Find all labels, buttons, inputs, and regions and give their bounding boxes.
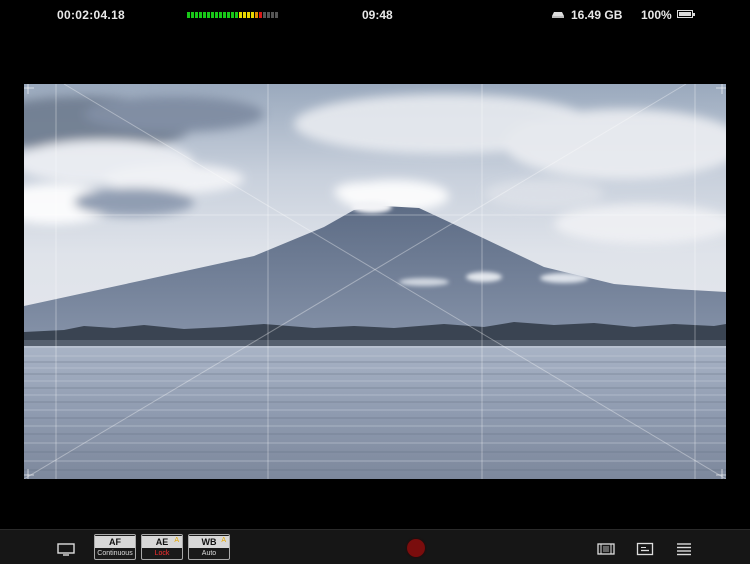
audio-meter-segment — [227, 12, 230, 18]
audio-meter-segment — [203, 12, 206, 18]
record-button[interactable] — [407, 539, 425, 557]
audio-meter-segment — [267, 12, 270, 18]
audio-meter-segment — [187, 12, 190, 18]
clock: 09:48 — [362, 8, 393, 22]
autofocus-button[interactable]: AF Continuous — [94, 534, 136, 560]
film-clip-icon[interactable] — [596, 542, 616, 556]
ae-auto-indicator: A — [174, 537, 179, 544]
audio-meter-segment — [243, 12, 246, 18]
audio-meter-segment — [195, 12, 198, 18]
battery-icon — [677, 10, 695, 18]
audio-meter-segment — [219, 12, 222, 18]
auto-exposure-button[interactable]: AE A Lock — [141, 534, 183, 560]
wb-auto-indicator: A — [221, 537, 226, 544]
status-bar: 00:02:04.18 09:48 16.49 GB 100% — [0, 0, 750, 30]
storage-remaining: 16.49 GB — [571, 8, 623, 22]
battery-level — [679, 12, 691, 16]
ae-mode: Lock — [154, 550, 170, 557]
menu-icon[interactable] — [676, 542, 692, 556]
audio-meter-segment — [251, 12, 254, 18]
audio-meter-segment — [191, 12, 194, 18]
storage-icon — [552, 12, 564, 18]
audio-meter-segment — [199, 12, 202, 18]
af-label: AF — [95, 536, 135, 548]
audio-meter-segment — [271, 12, 274, 18]
audio-meter-segment — [223, 12, 226, 18]
audio-meter-segment — [259, 12, 262, 18]
audio-meter-segment — [247, 12, 250, 18]
audio-meter-segment — [255, 12, 258, 18]
live-preview-image — [24, 84, 726, 479]
audio-meter-segment — [235, 12, 238, 18]
audio-meter-segment — [231, 12, 234, 18]
overlay-settings-icon[interactable] — [636, 542, 654, 556]
af-mode: Continuous — [97, 550, 133, 557]
audio-meter-segment — [207, 12, 210, 18]
wb-mode: Auto — [201, 550, 217, 557]
white-balance-button[interactable]: WB A Auto — [188, 534, 230, 560]
audio-level-meter — [187, 12, 278, 18]
audio-meter-segment — [275, 12, 278, 18]
audio-meter-segment — [215, 12, 218, 18]
display-mode-icon[interactable] — [56, 542, 76, 556]
bottom-toolbar: AF Continuous AE A Lock WB A Auto — [0, 529, 750, 564]
battery-percentage: 100% — [641, 8, 672, 22]
audio-meter-segment — [211, 12, 214, 18]
timecode: 00:02:04.18 — [57, 8, 126, 22]
audio-meter-segment — [263, 12, 266, 18]
audio-meter-segment — [239, 12, 242, 18]
camera-viewfinder[interactable] — [24, 84, 726, 479]
